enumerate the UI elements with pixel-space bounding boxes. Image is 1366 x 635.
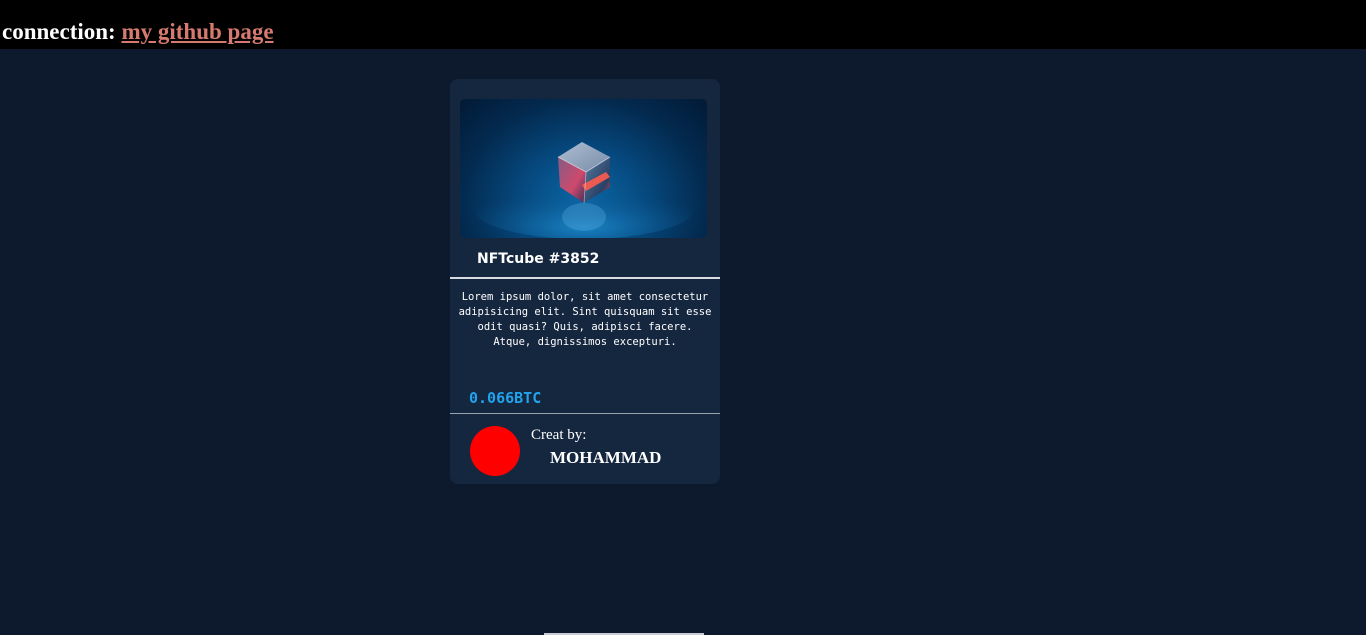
connection-heading: connection: my github page (2, 18, 274, 46)
creator-avatar (470, 426, 520, 476)
top-header-bar: connection: my github page (0, 0, 1366, 49)
creator-label: Creat by: (531, 427, 587, 443)
nft-card: NFTcube #3852 Lorem ipsum dolor, sit ame… (450, 79, 720, 484)
nft-description: Lorem ipsum dolor, sit amet consectetur … (458, 291, 712, 348)
creator-name: MOHAMMAD (550, 448, 662, 467)
price-divider (450, 413, 720, 414)
github-page-link[interactable]: my github page (121, 19, 273, 44)
title-divider (450, 277, 720, 279)
nft-price: 0.066BTC (469, 389, 542, 407)
nft-image (460, 99, 707, 238)
cube-illustration (474, 142, 694, 238)
connection-label: connection: (2, 19, 116, 44)
nft-title: NFTcube #3852 (477, 251, 600, 267)
